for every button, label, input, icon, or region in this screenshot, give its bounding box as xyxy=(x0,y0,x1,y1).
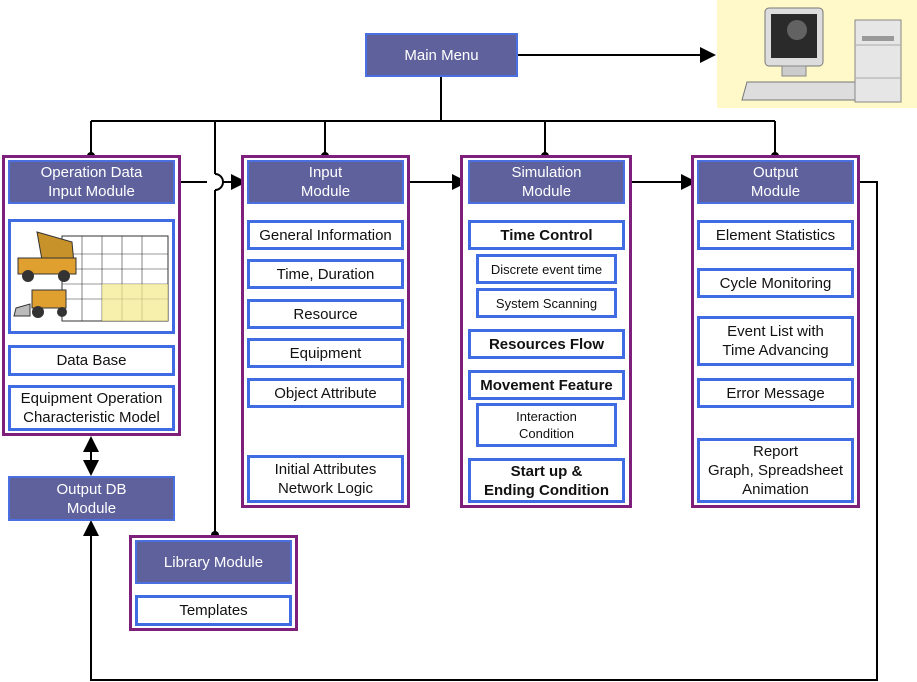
output-db-module: Output DB Module xyxy=(8,476,175,521)
operation-data-module-header: Operation Data Input Module xyxy=(8,160,175,204)
library-module-header: Library Module xyxy=(135,540,292,584)
report-item: Report Graph, Spreadsheet Animation xyxy=(697,438,854,503)
element-statistics-item: Element Statistics xyxy=(697,220,854,250)
discrete-event-time-item: Discrete event time xyxy=(476,254,617,284)
input-module-header: Input Module xyxy=(247,160,404,204)
output-module-header: Output Module xyxy=(697,160,854,204)
resources-flow-item: Resources Flow xyxy=(468,329,625,359)
movement-feature-item: Movement Feature xyxy=(468,370,625,400)
equipment-operation-model-item: Equipment Operation Characteristic Model xyxy=(8,385,175,431)
general-information-item: General Information xyxy=(247,220,404,250)
object-attribute-item: Object Attribute xyxy=(247,378,404,408)
data-base-item: Data Base xyxy=(8,345,175,376)
event-list-item: Event List with Time Advancing xyxy=(697,316,854,366)
templates-item: Templates xyxy=(135,595,292,626)
cycle-monitoring-item: Cycle Monitoring xyxy=(697,268,854,298)
equipment-item: Equipment xyxy=(247,338,404,368)
computer-icon xyxy=(717,0,917,108)
error-message-item: Error Message xyxy=(697,378,854,408)
resource-item: Resource xyxy=(247,299,404,329)
initial-attributes-item: Initial Attributes Network Logic xyxy=(247,455,404,503)
start-up-ending-condition-item: Start up & Ending Condition xyxy=(468,458,625,503)
main-menu-box: Main Menu xyxy=(365,33,518,77)
time-control-item: Time Control xyxy=(468,220,625,250)
system-scanning-item: System Scanning xyxy=(476,288,617,318)
interaction-condition-item: Interaction Condition xyxy=(476,403,617,447)
equipment-image xyxy=(8,219,175,334)
simulation-module-header: Simulation Module xyxy=(468,160,625,204)
time-duration-item: Time, Duration xyxy=(247,259,404,289)
